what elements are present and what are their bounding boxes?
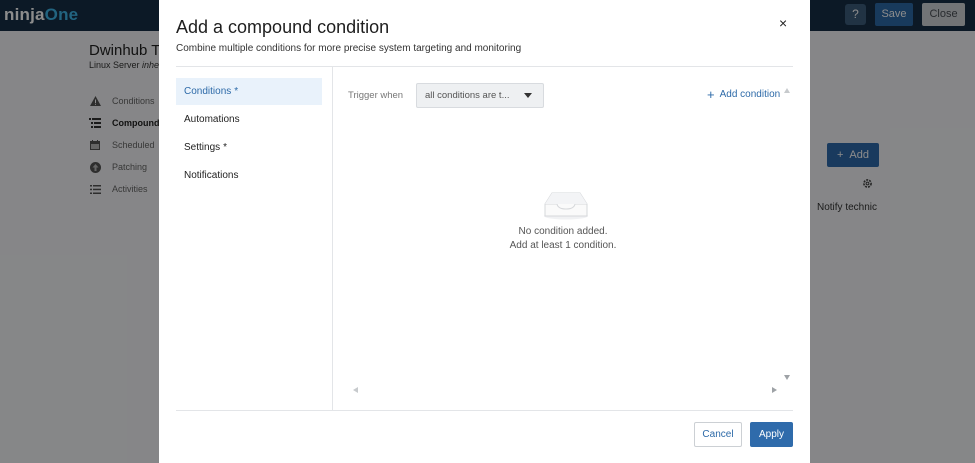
tab-notifications[interactable]: Notifications bbox=[176, 162, 322, 189]
apply-button[interactable]: Apply bbox=[750, 422, 793, 447]
tab-conditions[interactable]: Conditions * bbox=[176, 78, 322, 105]
tab-automations[interactable]: Automations bbox=[176, 106, 322, 133]
divider bbox=[176, 66, 793, 67]
scroll-left-arrow[interactable] bbox=[353, 387, 358, 393]
compound-condition-modal: Add a compound condition Combine multipl… bbox=[159, 0, 810, 463]
empty-inbox-icon bbox=[543, 188, 589, 220]
modal-tabs: Conditions * Automations Settings * Notifi… bbox=[176, 78, 322, 190]
empty-state-hint: Add at least 1 condition. bbox=[509, 240, 617, 251]
modal-description: Combine multiple conditions for more pre… bbox=[176, 43, 522, 54]
scroll-down-arrow[interactable] bbox=[784, 375, 790, 380]
tab-settings[interactable]: Settings * bbox=[176, 134, 322, 161]
chevron-down-icon bbox=[524, 93, 532, 98]
modal-title: Add a compound condition bbox=[176, 17, 390, 37]
add-condition-button[interactable]: + Add condition bbox=[707, 86, 780, 102]
close-icon[interactable]: × bbox=[779, 16, 787, 30]
cancel-button[interactable]: Cancel bbox=[694, 422, 742, 447]
trigger-label: Trigger when bbox=[348, 90, 404, 101]
scroll-right-arrow[interactable] bbox=[772, 387, 777, 393]
scroll-up-arrow[interactable] bbox=[784, 88, 790, 93]
empty-state-text: No condition added. bbox=[518, 226, 608, 237]
plus-icon: + bbox=[707, 86, 715, 102]
divider bbox=[176, 410, 793, 411]
trigger-select[interactable]: all conditions are t... bbox=[416, 83, 544, 108]
divider bbox=[332, 67, 333, 410]
